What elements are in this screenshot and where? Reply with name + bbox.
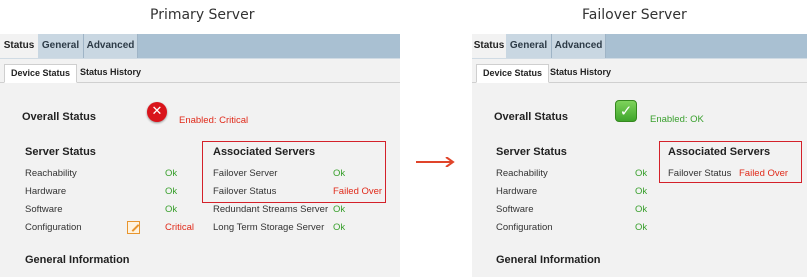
device-status-content: Overall Status ✓ Enabled: OK Server Stat… [472, 84, 807, 277]
tab-advanced[interactable]: Advanced [84, 34, 138, 58]
overall-status-label: Overall Status [22, 111, 96, 123]
primary-server-heading: Primary Server [150, 7, 255, 23]
associated-server-row-value: Failed Over [739, 168, 789, 179]
failover-server-heading: Failover Server [582, 7, 687, 23]
tab-status[interactable]: Status [472, 34, 506, 58]
server-status-row-label: Software [496, 204, 534, 215]
associated-servers-title: Associated Servers [213, 146, 316, 158]
overall-status-value: Enabled: Critical [179, 115, 249, 126]
tab-general[interactable]: General [38, 34, 84, 58]
server-status-title: Server Status [25, 146, 96, 158]
associated-server-row-label: Redundant Streams Server [213, 204, 329, 215]
server-status-row-value: Ok [635, 222, 648, 233]
server-status-row-label: Hardware [25, 186, 67, 197]
associated-server-row-value: Ok [333, 168, 346, 179]
associated-server-row-label: Failover Status [668, 168, 732, 179]
arrow-right-icon [416, 157, 455, 167]
server-status-row-label: Reachability [25, 168, 77, 179]
server-status-row-label: Software [25, 204, 63, 215]
server-status-row-label: Hardware [496, 186, 538, 197]
failover-server-panel: Status General Advanced Device Status St… [472, 34, 807, 277]
server-status-row-value: Ok [165, 186, 178, 197]
edit-icon[interactable] [127, 221, 140, 234]
device-status-content: Overall Status ✕ Enabled: Critical Serve… [0, 84, 400, 277]
associated-server-row-label: Failover Status [213, 186, 277, 197]
associated-server-row-value: Ok [333, 222, 346, 233]
overall-status-value: Enabled: OK [650, 114, 704, 125]
server-status-row-label: Reachability [496, 168, 548, 179]
associated-server-row-value: Failed Over [333, 186, 383, 197]
server-status-row-value: Ok [165, 204, 178, 215]
associated-server-row-label: Failover Server [213, 168, 278, 179]
tab-status[interactable]: Status [0, 34, 38, 58]
check-icon: ✓ [615, 100, 637, 122]
tab-general[interactable]: General [506, 34, 552, 58]
server-status-row-label: Configuration [25, 222, 82, 233]
overall-status-label: Overall Status [494, 111, 568, 123]
associated-server-row-label: Long Term Storage Server [213, 222, 325, 233]
server-status-row-value: Ok [635, 204, 648, 215]
primary-server-panel: Status General Advanced Device Status St… [0, 34, 400, 277]
server-status-row-value: Ok [165, 168, 178, 179]
associated-server-row-value: Ok [333, 204, 346, 215]
general-information-title: General Information [496, 254, 601, 266]
server-status-row-label: Configuration [496, 222, 553, 233]
server-status-row-value: Critical [165, 222, 195, 233]
server-status-row-value: Ok [635, 168, 648, 179]
tab-advanced[interactable]: Advanced [552, 34, 606, 58]
subtab-device-status[interactable]: Device Status [4, 64, 78, 83]
subtab-bar: Device Status Status History [0, 59, 400, 83]
general-information-title: General Information [25, 254, 130, 266]
subtab-status-history[interactable]: Status History [74, 64, 147, 83]
subtab-status-history[interactable]: Status History [544, 64, 617, 83]
server-status-title: Server Status [496, 146, 567, 158]
associated-servers-title: Associated Servers [668, 146, 771, 158]
subtab-bar: Device Status Status History [472, 59, 807, 83]
server-status-row-value: Ok [635, 186, 648, 197]
error-icon: ✕ [147, 102, 167, 122]
subtab-device-status[interactable]: Device Status [476, 64, 550, 83]
